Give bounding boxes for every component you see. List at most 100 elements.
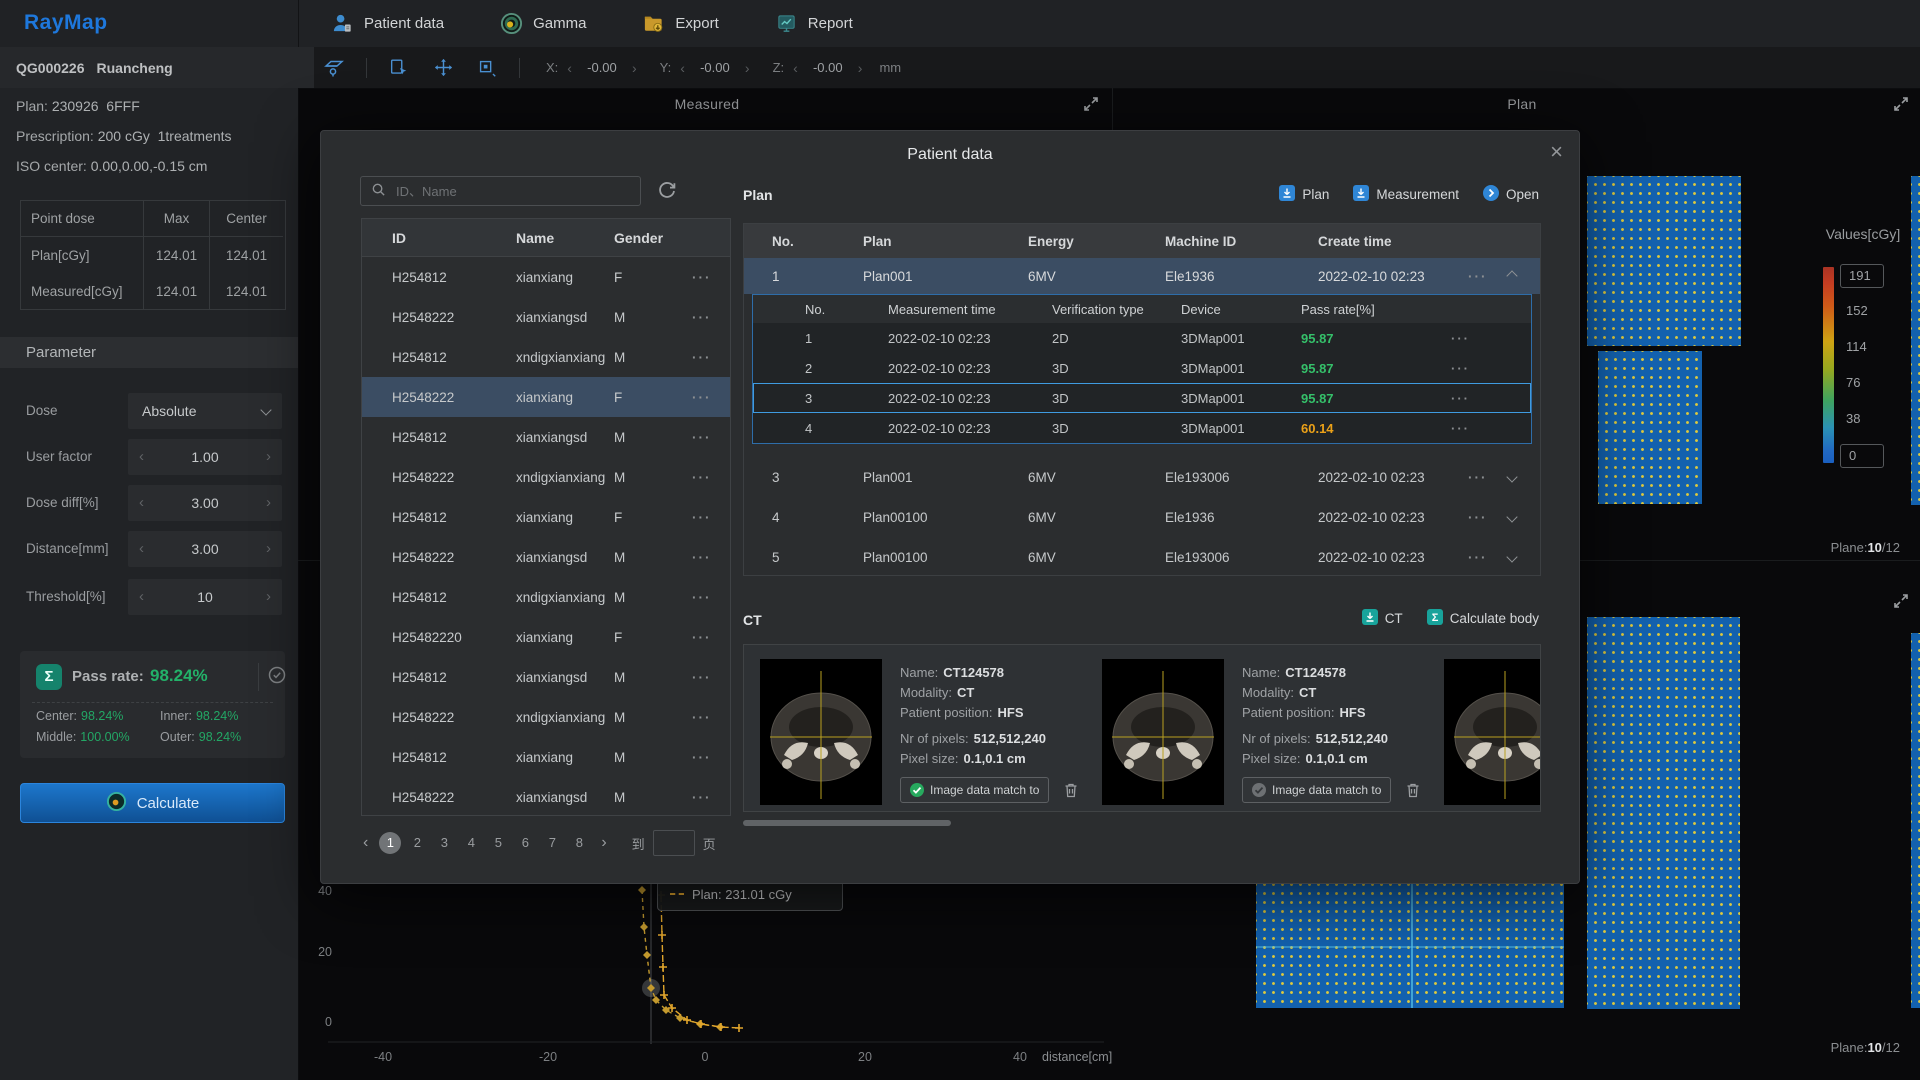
page-button[interactable]: 7 <box>541 832 563 854</box>
stepper-increment[interactable] <box>266 579 271 615</box>
stepper-increment[interactable] <box>266 439 271 475</box>
stepper-decrement[interactable] <box>139 485 144 521</box>
page-button[interactable]: 1 <box>379 832 401 854</box>
expand-icon[interactable] <box>1892 592 1910 610</box>
stepper-increment[interactable] <box>266 531 271 567</box>
patient-row[interactable]: H254812xndigxianxiangM <box>362 577 730 617</box>
more-options-icon[interactable] <box>1451 361 1511 376</box>
ct-thumbnail[interactable] <box>1444 659 1541 805</box>
more-options-icon[interactable] <box>692 710 732 725</box>
import-measurement-button[interactable]: Measurement <box>1353 185 1459 204</box>
patient-row[interactable]: H2548222xianxiangF <box>362 377 730 417</box>
stepper-decrement[interactable] <box>139 439 144 475</box>
dose-map[interactable] <box>1587 617 1740 1009</box>
more-options-icon[interactable] <box>692 470 732 485</box>
beam-view-icon[interactable] <box>322 56 346 80</box>
plan-row[interactable]: 5Plan001006MVEle1930062022-02-10 02:23 <box>744 537 1540 577</box>
more-options-icon[interactable] <box>692 750 732 765</box>
z-value[interactable]: -0.00 <box>807 60 849 75</box>
ct-thumbnail[interactable] <box>760 659 882 805</box>
nav-export[interactable]: Export <box>642 12 718 35</box>
trash-icon[interactable] <box>1404 781 1422 799</box>
patient-row[interactable]: H254812xianxiangsdM <box>362 417 730 457</box>
more-options-icon[interactable] <box>692 790 732 805</box>
expand-row-icon[interactable] <box>1506 471 1517 482</box>
app-logo[interactable]: RayMap <box>24 11 108 35</box>
calculate-body-button[interactable]: Σ Calculate body <box>1427 609 1539 628</box>
nav-gamma[interactable]: Gamma <box>500 12 586 35</box>
more-options-icon[interactable] <box>692 630 732 645</box>
patient-row[interactable]: H25482220xianxiangF <box>362 617 730 657</box>
move-tool-icon[interactable] <box>431 56 455 80</box>
profile-chart[interactable]: -40-2002040distance[cm]40200 <box>298 884 1120 1080</box>
more-options-icon[interactable] <box>1468 470 1508 485</box>
y-decrement[interactable]: ‹ <box>678 60 687 76</box>
threshold-stepper[interactable]: 10 <box>128 579 282 615</box>
patient-search[interactable] <box>360 176 641 206</box>
patient-row[interactable]: H254812xianxiangsdM <box>362 657 730 697</box>
expand-row-icon[interactable] <box>1506 551 1517 562</box>
page-button[interactable]: 5 <box>487 832 509 854</box>
more-options-icon[interactable] <box>692 430 732 445</box>
page-button[interactable]: 8 <box>568 832 590 854</box>
patient-row[interactable]: H254812xndigxianxiangM <box>362 337 730 377</box>
x-increment[interactable]: › <box>630 60 639 76</box>
plan-row[interactable]: 3Plan0016MVEle1930062022-02-10 02:23 <box>744 457 1540 497</box>
more-options-icon[interactable] <box>692 550 732 565</box>
measurement-row[interactable]: 12022-02-10 02:232D3DMap00195.87 <box>753 323 1531 353</box>
colorbar-range-input[interactable]: 191 <box>1840 264 1884 288</box>
distance-stepper[interactable]: 3.00 <box>128 531 282 567</box>
colorbar-range-input[interactable]: 0 <box>1840 444 1884 468</box>
page-button[interactable]: 6 <box>514 832 536 854</box>
close-icon[interactable] <box>1550 139 1563 165</box>
nav-patient-data[interactable]: Patient data <box>331 12 444 35</box>
plan-row-expanded[interactable]: 1 Plan001 6MV Ele1936 2022-02-10 02:23 <box>744 258 1540 294</box>
page-button[interactable]: 2 <box>406 832 428 854</box>
trash-icon[interactable] <box>1062 781 1080 799</box>
stepper-increment[interactable] <box>266 485 271 521</box>
patient-row[interactable]: H2548222xianxiangsdM <box>362 777 730 817</box>
import-plan-button[interactable]: Plan <box>1279 185 1329 204</box>
current-patient[interactable]: QG000226 Ruancheng <box>0 47 314 88</box>
search-input[interactable] <box>394 183 630 200</box>
goto-page-input[interactable] <box>653 830 695 856</box>
stepper-decrement[interactable] <box>139 531 144 567</box>
plan-row[interactable]: 4Plan001006MVEle19362022-02-10 02:23 <box>744 497 1540 537</box>
dose-mode-select[interactable]: Absolute <box>128 393 282 429</box>
more-options-icon[interactable] <box>692 590 732 605</box>
nav-report[interactable]: Report <box>775 12 853 35</box>
image-data-match-button[interactable]: Image data match to <box>900 777 1049 803</box>
dose-diff-stepper[interactable]: 3.00 <box>128 485 282 521</box>
more-options-icon[interactable] <box>1451 331 1511 346</box>
patient-row[interactable]: H2548222xianxiangsdM <box>362 297 730 337</box>
measurement-row[interactable]: 42022-02-10 02:233D3DMap00160.14 <box>753 413 1531 443</box>
expand-icon[interactable] <box>1892 95 1910 113</box>
y-increment[interactable]: › <box>743 60 752 76</box>
roi-tool-icon[interactable] <box>475 56 499 80</box>
prev-page-icon[interactable]: ‹ <box>361 834 370 852</box>
patient-row[interactable]: H2548222xndigxianxiangM <box>362 457 730 497</box>
more-options-icon[interactable] <box>692 510 732 525</box>
refresh-icon[interactable] <box>656 180 678 202</box>
patient-row[interactable]: H254812xianxiangM <box>362 737 730 777</box>
next-page-icon[interactable]: › <box>599 834 608 852</box>
expand-icon[interactable] <box>1082 95 1100 113</box>
patient-row[interactable]: H254812xianxiangF <box>362 497 730 537</box>
import-ct-button[interactable]: CT <box>1362 609 1403 628</box>
ct-thumbnail[interactable] <box>1102 659 1224 805</box>
expand-row-icon[interactable] <box>1506 511 1517 522</box>
more-options-icon[interactable] <box>692 670 732 685</box>
patient-row[interactable]: H2548222xianxiangsdM <box>362 537 730 577</box>
more-options-icon[interactable] <box>692 270 732 285</box>
patient-row[interactable]: H2548222xndigxianxiangM <box>362 697 730 737</box>
more-options-icon[interactable] <box>1468 510 1508 525</box>
select-tool-icon[interactable] <box>387 56 411 80</box>
x-decrement[interactable]: ‹ <box>565 60 574 76</box>
more-options-icon[interactable] <box>1451 391 1511 406</box>
y-value[interactable]: -0.00 <box>694 60 736 75</box>
calculate-button[interactable]: Calculate <box>20 783 285 823</box>
dose-map[interactable] <box>1598 351 1702 504</box>
z-increment[interactable]: › <box>856 60 865 76</box>
check-circle-icon[interactable] <box>268 666 286 684</box>
measurement-row[interactable]: 22022-02-10 02:233D3DMap00195.87 <box>753 353 1531 383</box>
